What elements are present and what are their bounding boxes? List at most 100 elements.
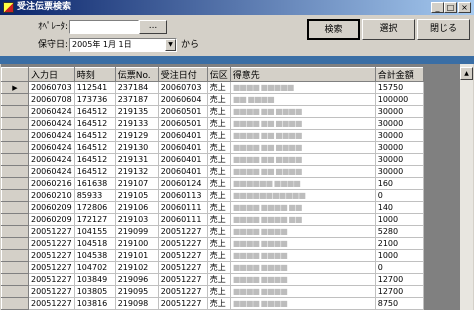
cell-time[interactable]: 104702 <box>74 261 116 274</box>
table-row[interactable]: ▶ 20060703 112541 237184 20060703 売上 ■■■■ ■■■■… <box>1 81 424 94</box>
row-header[interactable] <box>1 93 29 106</box>
row-header[interactable] <box>1 105 29 118</box>
table-row[interactable]: 20060210 85933 219105 20060113 売上 ■■■■■■■■■■■… <box>1 189 424 202</box>
vertical-scrollbar[interactable]: ▲ <box>460 64 473 310</box>
cell-customer[interactable]: ■■■■ ■■■■ ■■ <box>230 213 376 226</box>
cell-slip-no[interactable]: 219106 <box>115 201 159 214</box>
cell-slip-no[interactable]: 219096 <box>115 273 159 286</box>
cell-input-date[interactable]: 20060216 <box>28 177 75 190</box>
cell-slip-no[interactable]: 219107 <box>115 177 159 190</box>
cell-slip-no[interactable]: 219131 <box>115 153 159 166</box>
cell-slip-type[interactable]: 売上 <box>207 201 231 214</box>
cell-total[interactable]: 30000 <box>375 117 424 130</box>
scroll-up-icon[interactable]: ▲ <box>460 67 473 80</box>
cell-total[interactable]: 12700 <box>375 285 424 298</box>
cell-time[interactable]: 164512 <box>74 153 116 166</box>
cell-total[interactable]: 30000 <box>375 165 424 178</box>
cell-input-date[interactable]: 20060424 <box>28 141 75 154</box>
cell-slip-type[interactable]: 売上 <box>207 165 231 178</box>
cell-customer[interactable]: ■■■■ ■■■■ <box>230 273 376 286</box>
cell-customer[interactable]: ■■■■ ■■■■ <box>230 297 376 310</box>
cell-total[interactable]: 30000 <box>375 105 424 118</box>
row-header[interactable] <box>1 249 29 262</box>
cell-slip-no[interactable]: 219135 <box>115 105 159 118</box>
cell-slip-no[interactable]: 219132 <box>115 165 159 178</box>
cell-time[interactable]: 104538 <box>74 249 116 262</box>
cell-order-date[interactable]: 20060111 <box>158 213 208 226</box>
cell-customer[interactable]: ■■■■ ■■ ■■■■ <box>230 165 376 178</box>
cell-input-date[interactable]: 20051227 <box>28 261 75 274</box>
col-header-customer[interactable]: 得意先 <box>229 67 376 82</box>
cell-time[interactable]: 172127 <box>74 213 116 226</box>
cell-slip-type[interactable]: 売上 <box>207 129 231 142</box>
col-header-total[interactable]: 合計金額 <box>374 67 424 82</box>
cell-slip-type[interactable]: 売上 <box>207 225 231 238</box>
table-row[interactable]: 20051227 104702 219102 20051227 売上 ■■■■ ■■■■ 0 <box>1 261 424 274</box>
col-header-time[interactable]: 時刻 <box>73 67 116 82</box>
cell-slip-no[interactable]: 237184 <box>115 81 159 94</box>
cell-slip-no[interactable]: 219130 <box>115 141 159 154</box>
cell-order-date[interactable]: 20060113 <box>158 189 208 202</box>
cell-total[interactable]: 100000 <box>375 93 424 106</box>
cell-customer[interactable]: ■■■■ ■■■■ ■■ <box>230 201 376 214</box>
cell-slip-no[interactable]: 219102 <box>115 261 159 274</box>
cell-total[interactable]: 30000 <box>375 129 424 142</box>
cell-time[interactable]: 112541 <box>74 81 116 94</box>
row-header[interactable] <box>1 297 29 310</box>
cell-customer[interactable]: ■■■■ ■■ ■■■■ <box>230 153 376 166</box>
cell-input-date[interactable]: 20060210 <box>28 189 75 202</box>
table-row[interactable]: 20060209 172127 219103 20060111 売上 ■■■■ ■■■■ … <box>1 213 424 226</box>
cell-time[interactable]: 104155 <box>74 225 116 238</box>
col-header-slip-type[interactable]: 伝区 <box>206 67 231 82</box>
select-button[interactable]: 選択 <box>362 19 415 40</box>
col-header-slip-no[interactable]: 伝票No. <box>114 67 159 82</box>
close-button[interactable]: 閉じる <box>417 19 470 40</box>
cell-total[interactable]: 30000 <box>375 153 424 166</box>
table-row[interactable]: 20051227 104538 219101 20051227 売上 ■■■■ ■■■■ 1… <box>1 249 424 262</box>
cell-input-date[interactable]: 20051227 <box>28 297 75 310</box>
cell-customer[interactable]: ■■■■■■ ■■■■ <box>230 177 376 190</box>
cell-total[interactable]: 0 <box>375 189 424 202</box>
cell-time[interactable]: 161638 <box>74 177 116 190</box>
cell-customer[interactable]: ■■■■ ■■ ■■■■ <box>230 141 376 154</box>
cell-time[interactable]: 164512 <box>74 117 116 130</box>
cell-input-date[interactable]: 20060424 <box>28 117 75 130</box>
row-header[interactable] <box>1 129 29 142</box>
cell-total[interactable]: 160 <box>375 177 424 190</box>
cell-order-date[interactable]: 20060501 <box>158 105 208 118</box>
cell-order-date[interactable]: 20060111 <box>158 201 208 214</box>
row-header[interactable] <box>1 141 29 154</box>
cell-slip-no[interactable]: 219100 <box>115 237 159 250</box>
cell-customer[interactable]: ■■■■ ■■■■ <box>230 225 376 238</box>
cell-customer[interactable]: ■■■■ ■■■■ <box>230 249 376 262</box>
cell-input-date[interactable]: 20060424 <box>28 165 75 178</box>
cell-order-date[interactable]: 20060124 <box>158 177 208 190</box>
cell-total[interactable]: 5280 <box>375 225 424 238</box>
cell-input-date[interactable]: 20060703 <box>28 81 75 94</box>
cell-slip-type[interactable]: 売上 <box>207 297 231 310</box>
cell-time[interactable]: 85933 <box>74 189 116 202</box>
cell-input-date[interactable]: 20060424 <box>28 153 75 166</box>
minimize-button[interactable]: _ <box>431 2 444 13</box>
cell-slip-type[interactable]: 売上 <box>207 285 231 298</box>
cell-slip-no[interactable]: 219105 <box>115 189 159 202</box>
row-header[interactable] <box>1 237 29 250</box>
cell-time[interactable]: 104518 <box>74 237 116 250</box>
cell-order-date[interactable]: 20051227 <box>158 273 208 286</box>
cell-input-date[interactable]: 20060708 <box>28 93 75 106</box>
cell-total[interactable]: 30000 <box>375 141 424 154</box>
cell-total[interactable]: 12700 <box>375 273 424 286</box>
cell-slip-type[interactable]: 売上 <box>207 117 231 130</box>
cell-slip-type[interactable]: 売上 <box>207 213 231 226</box>
row-header[interactable] <box>1 153 29 166</box>
cell-order-date[interactable]: 20060501 <box>158 117 208 130</box>
cell-time[interactable]: 164512 <box>74 129 116 142</box>
cell-slip-no[interactable]: 219098 <box>115 297 159 310</box>
cell-slip-type[interactable]: 売上 <box>207 177 231 190</box>
cell-input-date[interactable]: 20060209 <box>28 201 75 214</box>
cell-slip-no[interactable]: 219129 <box>115 129 159 142</box>
cell-order-date[interactable]: 20060401 <box>158 129 208 142</box>
cell-slip-no[interactable]: 219101 <box>115 249 159 262</box>
search-button[interactable]: 検索 <box>307 19 360 40</box>
cell-slip-no[interactable]: 219099 <box>115 225 159 238</box>
